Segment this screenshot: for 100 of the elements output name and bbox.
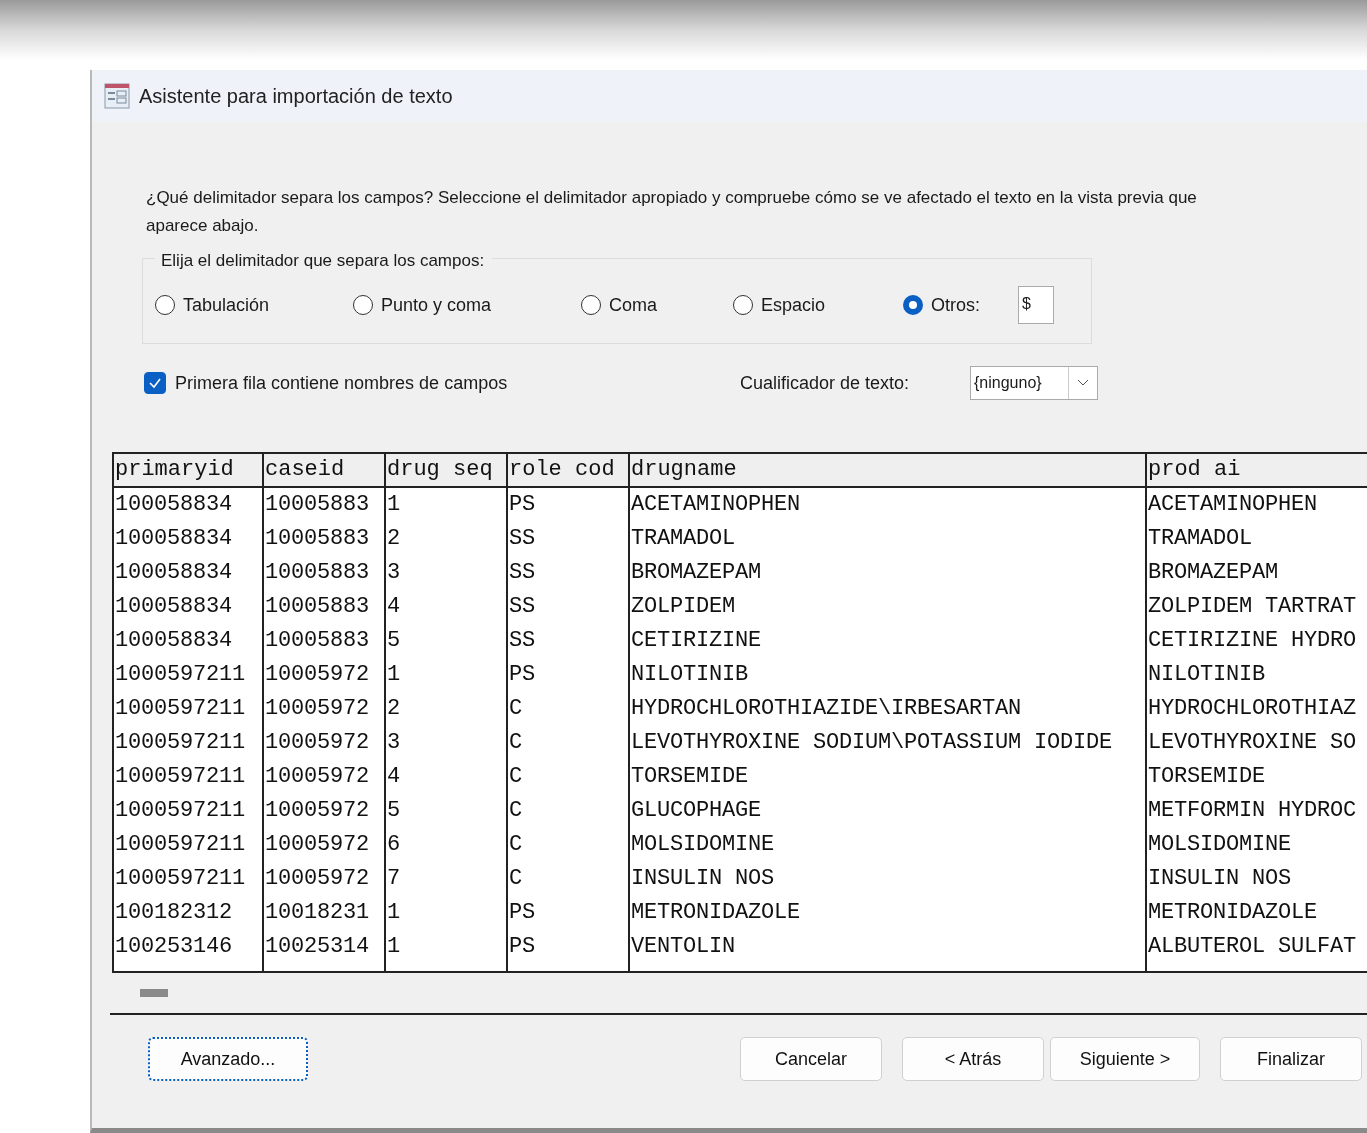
table-cell: ZOLPIDEM TARTRAT bbox=[1147, 590, 1367, 624]
table-cell: 10005972 bbox=[264, 726, 386, 760]
table-cell: 10005972 bbox=[264, 760, 386, 794]
table-cell: 3 bbox=[386, 726, 508, 760]
table-cell: 10005883 bbox=[264, 590, 386, 624]
table-cell: 100058834 bbox=[114, 488, 264, 522]
table-cell: GLUCOPHAGE bbox=[630, 794, 1147, 828]
table-cell: 10005883 bbox=[264, 624, 386, 658]
table-cell: HYDROCHLOROTHIAZ bbox=[1147, 692, 1367, 726]
table-cell: SS bbox=[508, 624, 630, 658]
other-delimiter-field[interactable]: $ bbox=[1018, 286, 1054, 324]
table-cell: PS bbox=[508, 896, 630, 930]
table-cell: PS bbox=[508, 930, 630, 964]
table-cell: ACETAMINOPHEN bbox=[630, 488, 1147, 522]
radio-button[interactable] bbox=[733, 295, 753, 315]
table-cell: 1000597211 bbox=[114, 692, 264, 726]
instructions-text: ¿Qué delimitador separa los campos? Seleccione el delimitador apropiado y compruebe cómo se ve afectado el texto en la vista previa que aparece abajo. bbox=[146, 187, 1198, 237]
table-cell: BROMAZEPAM bbox=[1147, 556, 1367, 590]
table-cell: HYDROCHLOROTHIAZIDE\IRBESARTAN bbox=[630, 692, 1147, 726]
table-cell: 2 bbox=[386, 522, 508, 556]
table-cell: METFORMIN HYDROC bbox=[1147, 794, 1367, 828]
table-cell: 10018231 bbox=[264, 896, 386, 930]
table-cell: ACETAMINOPHEN bbox=[1147, 488, 1367, 522]
table-cell: 10005883 bbox=[264, 556, 386, 590]
table-cell: 100058834 bbox=[114, 590, 264, 624]
radio-label[interactable]: Punto y coma bbox=[381, 294, 492, 316]
table-cell: C bbox=[508, 692, 630, 726]
table-cell: LEVOTHYROXINE SODIUM\POTASSIUM IODIDE bbox=[630, 726, 1147, 760]
qualifier-dropdown[interactable]: {ninguno} bbox=[970, 366, 1098, 400]
checkbox[interactable] bbox=[144, 372, 166, 394]
table-cell: 1000597211 bbox=[114, 828, 264, 862]
table-cell: 1000597211 bbox=[114, 862, 264, 896]
table-cell: 5 bbox=[386, 624, 508, 658]
table-cell: TORSEMIDE bbox=[1147, 760, 1367, 794]
table-cell: 7 bbox=[386, 862, 508, 896]
table-cell: C bbox=[508, 862, 630, 896]
group-label: Elija el delimitador que separa los campos: bbox=[155, 251, 493, 271]
table-cell: ALBUTEROL SULFAT bbox=[1147, 930, 1367, 964]
table-cell: 1000597211 bbox=[114, 726, 264, 760]
advanced-button[interactable]: Avanzado... bbox=[148, 1037, 308, 1081]
table-cell: 5 bbox=[386, 794, 508, 828]
table-cell: 100058834 bbox=[114, 522, 264, 556]
column-header: primaryid bbox=[114, 454, 264, 486]
next-button[interactable]: Siguiente > bbox=[1050, 1037, 1200, 1081]
scrollbar-thumb[interactable] bbox=[140, 989, 168, 997]
table-cell: 1000597211 bbox=[114, 658, 264, 692]
table-cell: SS bbox=[508, 556, 630, 590]
table-cell: 1000597211 bbox=[114, 760, 264, 794]
table-cell: 1 bbox=[386, 896, 508, 930]
radio-label[interactable]: Espacio bbox=[761, 294, 826, 316]
radio-label[interactable]: Otros: bbox=[931, 294, 980, 316]
back-button[interactable]: < Atrás bbox=[902, 1037, 1044, 1081]
table-cell: PS bbox=[508, 658, 630, 692]
table-cell: 4 bbox=[386, 590, 508, 624]
cancel-button[interactable]: Cancelar bbox=[740, 1037, 882, 1081]
table-cell: 10005972 bbox=[264, 828, 386, 862]
table-cell: 3 bbox=[386, 556, 508, 590]
table-cell: C bbox=[508, 726, 630, 760]
column-header: drugname bbox=[630, 454, 1147, 486]
table-cell: INSULIN NOS bbox=[630, 862, 1147, 896]
table-cell: TRAMADOL bbox=[1147, 522, 1367, 556]
table-cell: INSULIN NOS bbox=[1147, 862, 1367, 896]
table-cell: 10005883 bbox=[264, 488, 386, 522]
table-cell: NILOTINIB bbox=[630, 658, 1147, 692]
table-cell: SS bbox=[508, 590, 630, 624]
checkmark-icon bbox=[148, 376, 162, 390]
table-cell: PS bbox=[508, 488, 630, 522]
table-cell: C bbox=[508, 828, 630, 862]
table-cell: 100253146 bbox=[114, 930, 264, 964]
table-cell: 1 bbox=[386, 930, 508, 964]
table-cell: METRONIDAZOLE bbox=[1147, 896, 1367, 930]
table-cell: 100058834 bbox=[114, 556, 264, 590]
table-cell: 10005883 bbox=[264, 522, 386, 556]
radio-button[interactable] bbox=[581, 295, 601, 315]
table-cell: 10005972 bbox=[264, 794, 386, 828]
table-cell: 1 bbox=[386, 488, 508, 522]
table-cell: BROMAZEPAM bbox=[630, 556, 1147, 590]
finish-button[interactable]: Finalizar bbox=[1220, 1037, 1362, 1081]
table-cell: 10005972 bbox=[264, 658, 386, 692]
table-cell: 6 bbox=[386, 828, 508, 862]
radio-button[interactable] bbox=[155, 295, 175, 315]
radio-label[interactable]: Tabulación bbox=[183, 294, 270, 316]
table-cell: 1000597211 bbox=[114, 794, 264, 828]
table-cell: CETIRIZINE HYDRO bbox=[1147, 624, 1367, 658]
radio-button[interactable] bbox=[353, 295, 373, 315]
table-cell: NILOTINIB bbox=[1147, 658, 1367, 692]
table-cell: TORSEMIDE bbox=[630, 760, 1147, 794]
checkbox-label[interactable]: Primera fila contiene nombres de campos bbox=[175, 372, 740, 394]
window-title: Asistente para importación de texto bbox=[139, 84, 453, 108]
table-cell: 10005972 bbox=[264, 862, 386, 896]
table-cell: 100182312 bbox=[114, 896, 264, 930]
table-cell: C bbox=[508, 794, 630, 828]
table-cell: C bbox=[508, 760, 630, 794]
radio-button[interactable] bbox=[903, 295, 923, 315]
column-header: role cod bbox=[508, 454, 630, 486]
app-icon bbox=[104, 83, 130, 109]
column-header: caseid bbox=[264, 454, 386, 486]
table-cell: MOLSIDOMINE bbox=[1147, 828, 1367, 862]
radio-label[interactable]: Coma bbox=[609, 294, 657, 316]
table-cell: ZOLPIDEM bbox=[630, 590, 1147, 624]
